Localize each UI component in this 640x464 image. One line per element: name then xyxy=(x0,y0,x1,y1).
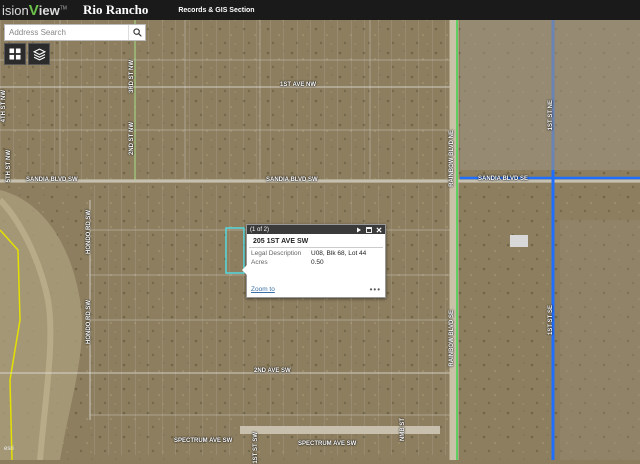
street-label: 1ST ST SE xyxy=(548,305,554,336)
popup-header: (1 of 2) xyxy=(247,225,385,234)
layer-list-button[interactable] xyxy=(28,43,50,65)
popup-pointer xyxy=(242,265,247,275)
popup-footer: Zoom to ••• xyxy=(251,285,381,294)
brand-v: V xyxy=(28,1,39,19)
brand-prefix: ision xyxy=(2,2,29,18)
brand-view: iew xyxy=(38,2,60,18)
grid-icon xyxy=(9,48,21,60)
street-label: 5TH ST NW xyxy=(6,150,12,183)
street-label: 2ND AVE SW xyxy=(254,368,291,374)
street-label: SANDIA BLVD SW xyxy=(266,177,318,183)
street-label: SPECTRUM AVE SW xyxy=(298,441,357,447)
address-search-input[interactable] xyxy=(5,26,129,39)
brand-tm: TM xyxy=(59,5,67,12)
street-label: HONDO RD SW xyxy=(86,210,92,254)
app-logo[interactable]: isionViewTM xyxy=(2,2,67,19)
street-label: NMB ST xyxy=(400,418,406,441)
street-label: 2ND ST NW xyxy=(129,122,135,155)
street-label: 3RD ST NW xyxy=(129,60,135,93)
search-icon xyxy=(133,28,142,37)
feature-popup: (1 of 2) 205 1ST AVE SW Legal Descriptio… xyxy=(242,224,386,298)
maximize-icon[interactable] xyxy=(366,226,372,233)
popup-row: Legal Description U08, Blk 68, Lot 44 xyxy=(247,248,385,257)
street-label: RAINBOW BLVD NE xyxy=(449,130,455,187)
street-label: 4TH ST NW xyxy=(1,90,7,123)
popup-row-value: U08, Blk 68, Lot 44 xyxy=(311,250,367,257)
layers-icon xyxy=(32,47,46,61)
address-search xyxy=(4,24,146,41)
close-icon[interactable] xyxy=(376,226,382,233)
next-feature-icon[interactable] xyxy=(356,227,362,233)
street-label: 1ST AVE NW xyxy=(280,82,317,88)
top-bar: isionViewTM Rio Rancho Records & GIS Sec… xyxy=(0,0,640,20)
street-label: SANDIA BLVD SW xyxy=(26,177,78,183)
city-title: Rio Rancho xyxy=(82,2,149,17)
popup-counter: (1 of 2) xyxy=(250,226,270,233)
street-label: 1ST ST SW xyxy=(253,432,259,464)
street-label: 1ST ST NE xyxy=(548,100,554,131)
zoom-to-link[interactable]: Zoom to xyxy=(251,286,275,293)
popup-title: 205 1ST AVE SW xyxy=(249,234,383,248)
street-label: RAINBOW BLVD SE xyxy=(449,310,455,367)
popup-row: Acres 0.50 xyxy=(247,257,385,266)
esri-logo[interactable]: esri xyxy=(4,446,14,452)
street-label: SPECTRUM AVE SW xyxy=(174,438,233,444)
popup-controls xyxy=(356,226,382,233)
more-actions-button[interactable]: ••• xyxy=(370,285,381,294)
search-button[interactable] xyxy=(128,25,145,40)
section-title: Records & GIS Section xyxy=(178,6,255,14)
popup-row-key: Legal Description xyxy=(251,250,302,257)
street-label: SANDIA BLVD SE xyxy=(478,176,529,182)
popup-row-key: Acres xyxy=(251,259,268,266)
popup-row-value: 0.50 xyxy=(311,259,324,266)
street-label: HONDO RD SW xyxy=(86,300,92,344)
basemap-gallery-button[interactable] xyxy=(4,43,26,65)
